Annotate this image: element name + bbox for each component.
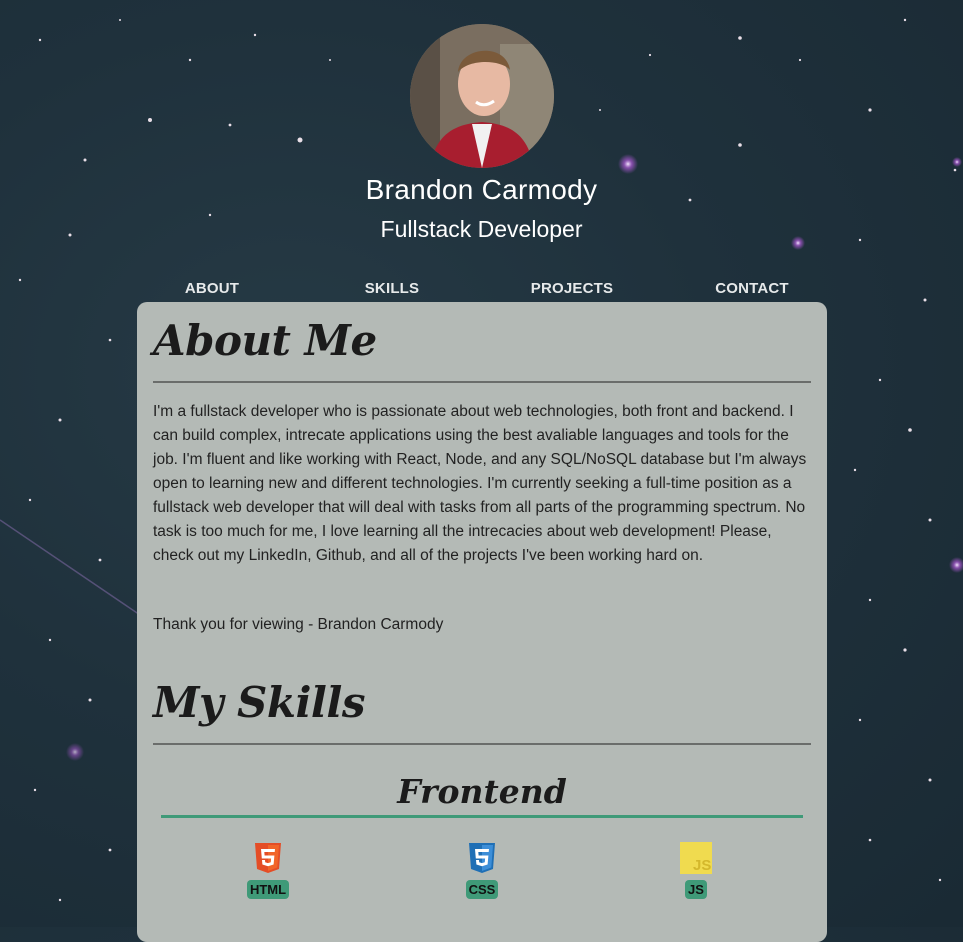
frontend-title: Frontend xyxy=(397,772,567,811)
content-card: About Me I'm a fullstack developer who i… xyxy=(137,302,827,942)
skill-css: CSS xyxy=(442,842,522,899)
nav-projects[interactable]: PROJECTS xyxy=(497,280,647,297)
about-title: About Me xyxy=(153,316,377,365)
skill-js: JS JS xyxy=(656,842,736,899)
main-nav: ABOUT SKILLS PROJECTS CONTACT xyxy=(137,280,827,302)
profile-role: Fullstack Developer xyxy=(380,216,583,242)
profile-avatar xyxy=(410,24,554,168)
frontend-divider xyxy=(161,815,803,818)
about-thanks: Thank you for viewing - Brandon Carmody xyxy=(153,616,444,633)
nav-contact[interactable]: CONTACT xyxy=(677,280,827,297)
profile-photo-icon xyxy=(410,24,554,168)
profile-name: Brandon Carmody xyxy=(365,174,598,205)
about-body: I'm a fullstack developer who is passion… xyxy=(153,403,807,564)
skill-js-label: JS xyxy=(685,880,707,899)
svg-text:JS: JS xyxy=(693,857,711,874)
nav-skills[interactable]: SKILLS xyxy=(317,280,467,297)
html5-icon xyxy=(252,842,284,874)
css3-icon xyxy=(466,842,498,874)
nav-about[interactable]: ABOUT xyxy=(137,280,287,297)
javascript-icon: JS xyxy=(680,842,712,874)
skill-css-label: CSS xyxy=(465,880,499,899)
skill-html: HTML xyxy=(228,842,308,899)
about-divider xyxy=(153,381,811,383)
skills-divider xyxy=(153,743,811,745)
skill-html-label: HTML xyxy=(246,880,290,899)
skills-title: My Skills xyxy=(153,678,365,727)
